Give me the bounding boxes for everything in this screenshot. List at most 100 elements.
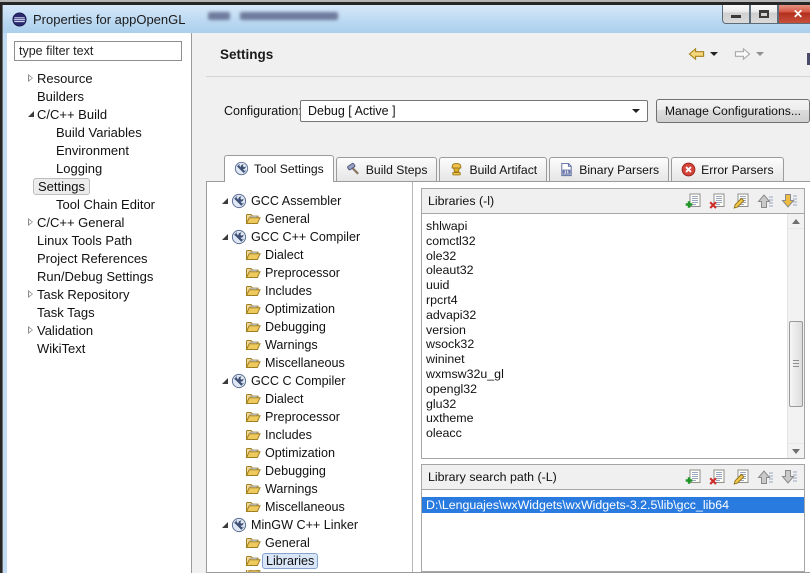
binary-file-icon [559,162,574,177]
tool-item-warnings[interactable]: Warnings [207,336,412,354]
tool-gcc-c-compiler[interactable]: GCC C Compiler [207,372,412,390]
panel-splitter[interactable] [192,33,206,573]
tool-item-preprocessor[interactable]: Preprocessor [207,264,412,282]
forward-arrow-icon[interactable] [734,46,751,62]
expand-expanded-icon[interactable] [219,234,231,240]
expand-collapsed-icon[interactable] [24,74,37,82]
dialog-titlebar[interactable]: Properties for appOpenGL ✕ [3,5,810,33]
tool-item-miscellaneous[interactable]: Miscellaneous [207,354,412,372]
sidebar-item-logging[interactable]: Logging [7,159,191,177]
tab-tool-settings[interactable]: Tool Settings [224,155,334,182]
delete-icon[interactable] [709,469,726,485]
library-item[interactable]: wininet [426,352,784,367]
library-item[interactable]: comctl32 [426,234,784,249]
tool-item-general[interactable]: General [207,534,412,552]
wrench-icon [234,161,249,176]
sidebar-item-build-variables[interactable]: Build Variables [7,123,191,141]
scroll-down-icon[interactable] [788,443,804,458]
library-item[interactable]: glu32 [426,397,784,412]
move-down-icon[interactable] [781,469,798,485]
library-item[interactable]: advapi32 [426,308,784,323]
library-item[interactable]: version [426,323,784,338]
manage-configurations-button[interactable]: Manage Configurations... [656,99,810,123]
edit-icon[interactable] [733,193,750,209]
library-item[interactable]: uxtheme [426,411,784,426]
tool-item-optimization[interactable]: Optimization [207,300,412,318]
tool-item-general[interactable]: General [207,210,412,228]
sidebar-item-wikitext[interactable]: WikiText [7,339,191,357]
expand-collapsed-icon[interactable] [24,218,37,226]
sidebar-item-settings[interactable]: Settings [7,177,191,195]
tab-error-parsers[interactable]: Error Parsers [671,157,783,181]
tool-item-miscellaneous[interactable]: Miscellaneous [207,498,412,516]
expand-expanded-icon[interactable] [219,522,231,528]
folder-icon [245,499,261,515]
library-item[interactable]: ole32 [426,249,784,264]
tool-item-dialect[interactable]: Dialect [207,390,412,408]
tool-gcc-cpp-compiler[interactable]: GCC C++ Compiler [207,228,412,246]
sidebar-item-resource[interactable]: Resource [7,69,191,87]
folder-icon [245,319,261,335]
sidebar-item-run-debug-settings[interactable]: Run/Debug Settings [7,267,191,285]
library-item[interactable]: shlwapi [426,219,784,234]
tool-mingw-cpp-linker[interactable]: MinGW C++ Linker [207,516,412,534]
sidebar-item-builders[interactable]: Builders [7,87,191,105]
maximize-button[interactable] [750,5,778,24]
sidebar-item-task-tags[interactable]: Task Tags [7,303,191,321]
library-item[interactable]: oleaut32 [426,263,784,278]
sidebar-item-ccpp-general[interactable]: C/C++ General [7,213,191,231]
sidebar-item-tool-chain-editor[interactable]: Tool Chain Editor [7,195,191,213]
forward-menu-caret-icon[interactable] [756,52,764,56]
scroll-up-icon[interactable] [788,214,804,229]
expand-collapsed-icon[interactable] [24,290,37,298]
tool-item-includes[interactable]: Includes [207,426,412,444]
expand-expanded-icon[interactable] [219,378,231,384]
tool-item-includes[interactable]: Includes [207,282,412,300]
tool-item-optimization[interactable]: Optimization [207,444,412,462]
move-up-icon[interactable] [757,469,774,485]
filter-input[interactable] [14,41,182,61]
sidebar-item-ccpp-build[interactable]: C/C++ Build [7,105,191,123]
library-item[interactable]: opengl32 [426,382,784,397]
library-item[interactable]: oleacc [426,426,784,441]
configuration-select[interactable]: Debug [ Active ] [300,100,648,122]
library-item[interactable]: wxmsw32u_gl [426,367,784,382]
back-arrow-icon[interactable] [688,46,705,62]
sidebar-item-task-repository[interactable]: Task Repository [7,285,191,303]
search-path-item-selected[interactable]: D:\Lenguajes\wxWidgets\wxWidgets-3.2.5\l… [422,497,804,513]
library-item[interactable]: uuid [426,278,784,293]
sidebar-item-linux-tools-path[interactable]: Linux Tools Path [7,231,191,249]
tool-gcc-assembler[interactable]: GCC Assembler [207,192,412,210]
artifact-icon [449,162,464,177]
tool-item-preprocessor[interactable]: Preprocessor [207,408,412,426]
close-button[interactable]: ✕ [778,5,810,24]
expand-expanded-icon[interactable] [219,198,231,204]
tab-binary-parsers[interactable]: Binary Parsers [549,157,669,181]
library-item[interactable]: wsock32 [426,337,784,352]
folder-icon [245,445,261,461]
minimize-button[interactable] [722,5,750,24]
tool-item-warnings[interactable]: Warnings [207,480,412,498]
tab-build-artifact[interactable]: Build Artifact [439,157,547,181]
expand-collapsed-icon[interactable] [24,326,37,334]
tool-item-libraries[interactable]: Libraries [207,552,412,570]
library-item[interactable]: rpcrt4 [426,293,784,308]
delete-icon[interactable] [709,193,726,209]
sidebar-item-environment[interactable]: Environment [7,141,191,159]
libraries-scrollbar[interactable] [787,214,804,458]
move-up-icon[interactable] [757,193,774,209]
back-menu-caret-icon[interactable] [710,52,718,56]
tool-item-debugging[interactable]: Debugging [207,462,412,480]
move-down-icon[interactable] [781,193,798,209]
tool-item-debugging[interactable]: Debugging [207,318,412,336]
sidebar-item-project-references[interactable]: Project References [7,249,191,267]
sidebar-item-validation[interactable]: Validation [7,321,191,339]
properties-sidebar: Resource Builders C/C++ Build Build Vari… [7,33,192,573]
scrollbar-thumb[interactable] [789,321,803,406]
add-icon[interactable] [685,193,702,209]
expand-expanded-icon[interactable] [24,111,37,117]
tab-build-steps[interactable]: Build Steps [336,157,438,181]
edit-icon[interactable] [733,469,750,485]
add-icon[interactable] [685,469,702,485]
tool-item-dialect[interactable]: Dialect [207,246,412,264]
